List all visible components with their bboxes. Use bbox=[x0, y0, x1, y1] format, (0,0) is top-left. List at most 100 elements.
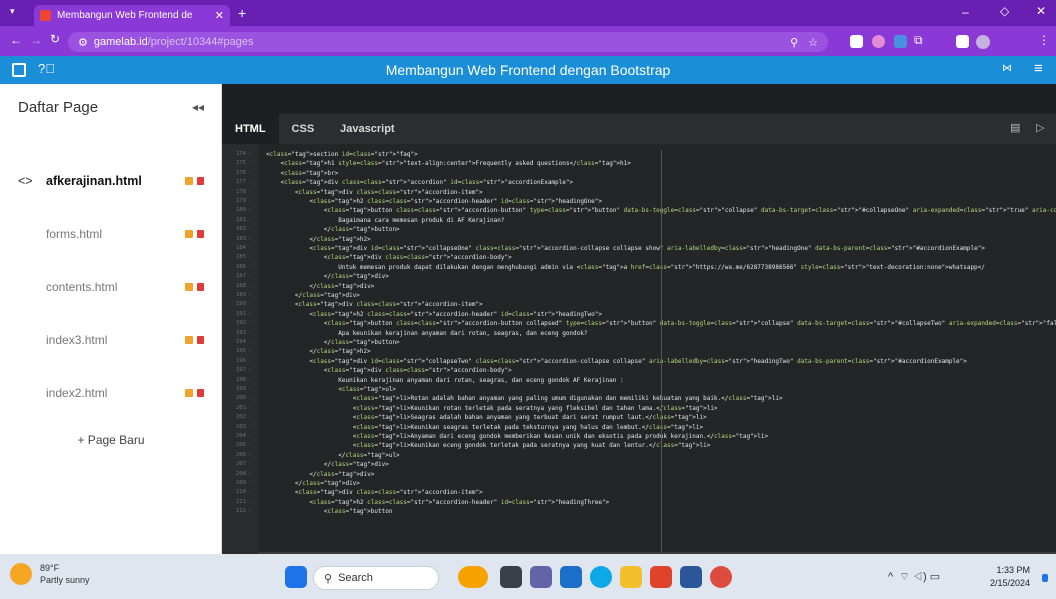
minimize-icon[interactable]: – bbox=[962, 5, 969, 19]
new-page-button[interactable]: + Page Baru bbox=[0, 420, 222, 460]
code-line[interactable]: <class="tag">ul> bbox=[266, 385, 396, 394]
edit-icon[interactable] bbox=[185, 336, 193, 344]
tab-javascript[interactable]: Javascript bbox=[327, 114, 407, 144]
code-line[interactable]: <class="tag">h1 style=class="str">"text-… bbox=[266, 159, 630, 168]
code-line[interactable]: <class="tag">br> bbox=[266, 169, 338, 178]
task-view-icon[interactable] bbox=[500, 566, 522, 588]
code-line[interactable]: <class="tag">div id=class="str">"collaps… bbox=[266, 244, 985, 253]
code-line[interactable]: <class="tag">div id=class="str">"collaps… bbox=[266, 357, 967, 366]
code-line[interactable]: </class="tag">div> bbox=[266, 470, 374, 479]
forward-icon[interactable]: → bbox=[30, 33, 42, 47]
code-line[interactable]: <class="tag">div class=class="str">"acco… bbox=[266, 366, 512, 375]
code-line[interactable]: <class="tag">li>Keunikan eceng gondok te… bbox=[266, 441, 711, 450]
file-item-index3[interactable]: index3.html bbox=[0, 321, 222, 359]
code-line[interactable]: Bagaimana cara memesan produk di AF Kera… bbox=[266, 216, 504, 225]
code-line[interactable]: <class="tag">li>Keunikan rotan terletak … bbox=[266, 404, 718, 413]
delete-icon[interactable] bbox=[197, 336, 204, 344]
code-line[interactable]: </class="tag">h2> bbox=[266, 347, 370, 356]
bookmark-star-icon[interactable]: ☆ bbox=[808, 36, 818, 49]
sidepanel-icon[interactable] bbox=[956, 35, 969, 48]
code-line[interactable]: <class="tag">div class=class="str">"acco… bbox=[266, 488, 483, 497]
store-icon[interactable] bbox=[650, 566, 672, 588]
edge-icon[interactable] bbox=[590, 566, 612, 588]
profile-avatar[interactable] bbox=[976, 35, 990, 49]
code-line[interactable]: Keunikan kerajinan anyaman dari rotan, s… bbox=[266, 376, 623, 385]
delete-icon[interactable] bbox=[197, 177, 204, 185]
code-line[interactable]: </class="tag">div> bbox=[266, 460, 389, 469]
collapse-sidebar-icon[interactable]: ◂◂ bbox=[192, 100, 204, 114]
code-line[interactable]: <class="tag">h2 class=class="str">"accor… bbox=[266, 310, 602, 319]
tab-css[interactable]: CSS bbox=[279, 114, 328, 144]
code-line[interactable]: </class="tag">div> bbox=[266, 272, 389, 281]
file-item-contents[interactable]: contents.html bbox=[0, 268, 222, 306]
mail-icon[interactable] bbox=[560, 566, 582, 588]
file-item-index2[interactable]: index2.html bbox=[0, 374, 222, 412]
taskbar-search[interactable]: ⚲ Search bbox=[313, 566, 439, 590]
browser-tab[interactable]: Membangun Web Frontend de ✕ bbox=[34, 5, 230, 26]
url-field[interactable]: ⚙ gamelab.id/project/10344#pages ⚲ ☆ bbox=[68, 32, 828, 52]
code-line[interactable]: <class="tag">li>Seagras adalah bahan any… bbox=[266, 413, 707, 422]
back-icon[interactable]: ← bbox=[10, 33, 22, 47]
chrome-icon[interactable] bbox=[710, 566, 732, 588]
toggle-sidebar-icon[interactable] bbox=[12, 63, 26, 77]
code-line[interactable]: <class="tag">div class=class="str">"acco… bbox=[266, 253, 512, 262]
new-tab-icon[interactable]: + bbox=[238, 5, 246, 21]
code-line[interactable]: </class="tag">ul> bbox=[266, 451, 399, 460]
system-tray[interactable]: ^ ⌔ ◁) ▭ bbox=[888, 570, 940, 584]
file-item-forms[interactable]: forms.html bbox=[0, 215, 222, 253]
extension-icon[interactable] bbox=[894, 35, 907, 48]
extensions-puzzle-icon[interactable]: ⧉ bbox=[914, 33, 923, 48]
file-explorer-icon[interactable] bbox=[620, 566, 642, 588]
code-line[interactable]: <class="tag">h2 class=class="str">"accor… bbox=[266, 197, 602, 206]
code-line[interactable]: <class="tag">div class=class="str">"acco… bbox=[266, 178, 573, 187]
code-line[interactable]: </class="tag">button> bbox=[266, 338, 400, 347]
code-area[interactable]: 174 - <class="tag">section id=class="str"… bbox=[222, 150, 1056, 554]
code-line[interactable]: <class="tag">div class=class="str">"acco… bbox=[266, 188, 483, 197]
copilot-icon[interactable] bbox=[458, 566, 488, 588]
delete-icon[interactable] bbox=[197, 283, 204, 291]
code-line[interactable]: </class="tag">div> bbox=[266, 291, 360, 300]
word-icon[interactable] bbox=[680, 566, 702, 588]
weather-widget[interactable]: 89°F Partly sunny bbox=[10, 562, 90, 586]
help-icon[interactable]: ?⃝ bbox=[38, 61, 55, 76]
edit-icon[interactable] bbox=[185, 389, 193, 397]
close-window-icon[interactable]: ✕ bbox=[1036, 4, 1046, 18]
code-line[interactable]: </class="tag">div> bbox=[266, 282, 374, 291]
code-line[interactable]: <class="tag">div class=class="str">"acco… bbox=[266, 300, 483, 309]
code-line[interactable]: Apa keunikan kerajinan anyaman dari rota… bbox=[266, 329, 587, 338]
tab-html[interactable]: HTML bbox=[222, 114, 279, 144]
reload-icon[interactable]: ↻ bbox=[50, 32, 60, 46]
code-line[interactable]: </class="tag">div> bbox=[266, 479, 360, 488]
close-tab-icon[interactable]: ✕ bbox=[215, 9, 224, 22]
code-line[interactable]: <class="tag">section id=class="str">"faq… bbox=[266, 150, 418, 159]
maximize-icon[interactable]: ◇ bbox=[1000, 4, 1009, 18]
code-line[interactable]: </class="tag">button> bbox=[266, 225, 400, 234]
code-line[interactable]: <class="tag">li>Anyaman dari eceng gondo… bbox=[266, 432, 768, 441]
edit-icon[interactable] bbox=[185, 283, 193, 291]
code-line[interactable]: <class="tag">li>Keunikan seagras terleta… bbox=[266, 423, 703, 432]
windows-start-icon[interactable] bbox=[285, 566, 307, 588]
code-line[interactable]: </class="tag">h2> bbox=[266, 235, 370, 244]
share-icon[interactable]: ⋈ bbox=[1002, 63, 1012, 74]
code-line[interactable]: <class="tag">button bbox=[266, 507, 393, 516]
extension-icon[interactable] bbox=[850, 35, 863, 48]
teams-icon[interactable] bbox=[530, 566, 552, 588]
zoom-icon[interactable]: ⚲ bbox=[790, 36, 798, 49]
site-info-icon[interactable]: ⚙ bbox=[78, 36, 88, 49]
clock[interactable]: 1:33 PM 2/15/2024 bbox=[990, 564, 1030, 590]
extension-icon[interactable] bbox=[872, 35, 885, 48]
delete-icon[interactable] bbox=[197, 230, 204, 238]
delete-icon[interactable] bbox=[197, 389, 204, 397]
run-icon[interactable]: ▷ bbox=[1036, 121, 1044, 134]
file-item-afkerajinan[interactable]: <> afkerajinan.html bbox=[0, 162, 222, 200]
tab-menu-icon[interactable]: ▾ bbox=[10, 6, 15, 17]
notification-icon[interactable] bbox=[1042, 574, 1048, 582]
hamburger-menu-icon[interactable]: ≡ bbox=[1034, 60, 1043, 77]
save-icon[interactable]: ▤ bbox=[1010, 121, 1020, 134]
code-line[interactable]: Untuk memesan produk dapat dilakukan den… bbox=[266, 263, 985, 272]
code-line[interactable]: <class="tag">h2 class=class="str">"accor… bbox=[266, 498, 609, 507]
edit-icon[interactable] bbox=[185, 230, 193, 238]
browser-menu-icon[interactable]: ⋮ bbox=[1038, 33, 1050, 47]
code-line[interactable]: <class="tag">li>Rotan adalah bahan anyam… bbox=[266, 394, 783, 403]
edit-icon[interactable] bbox=[185, 177, 193, 185]
